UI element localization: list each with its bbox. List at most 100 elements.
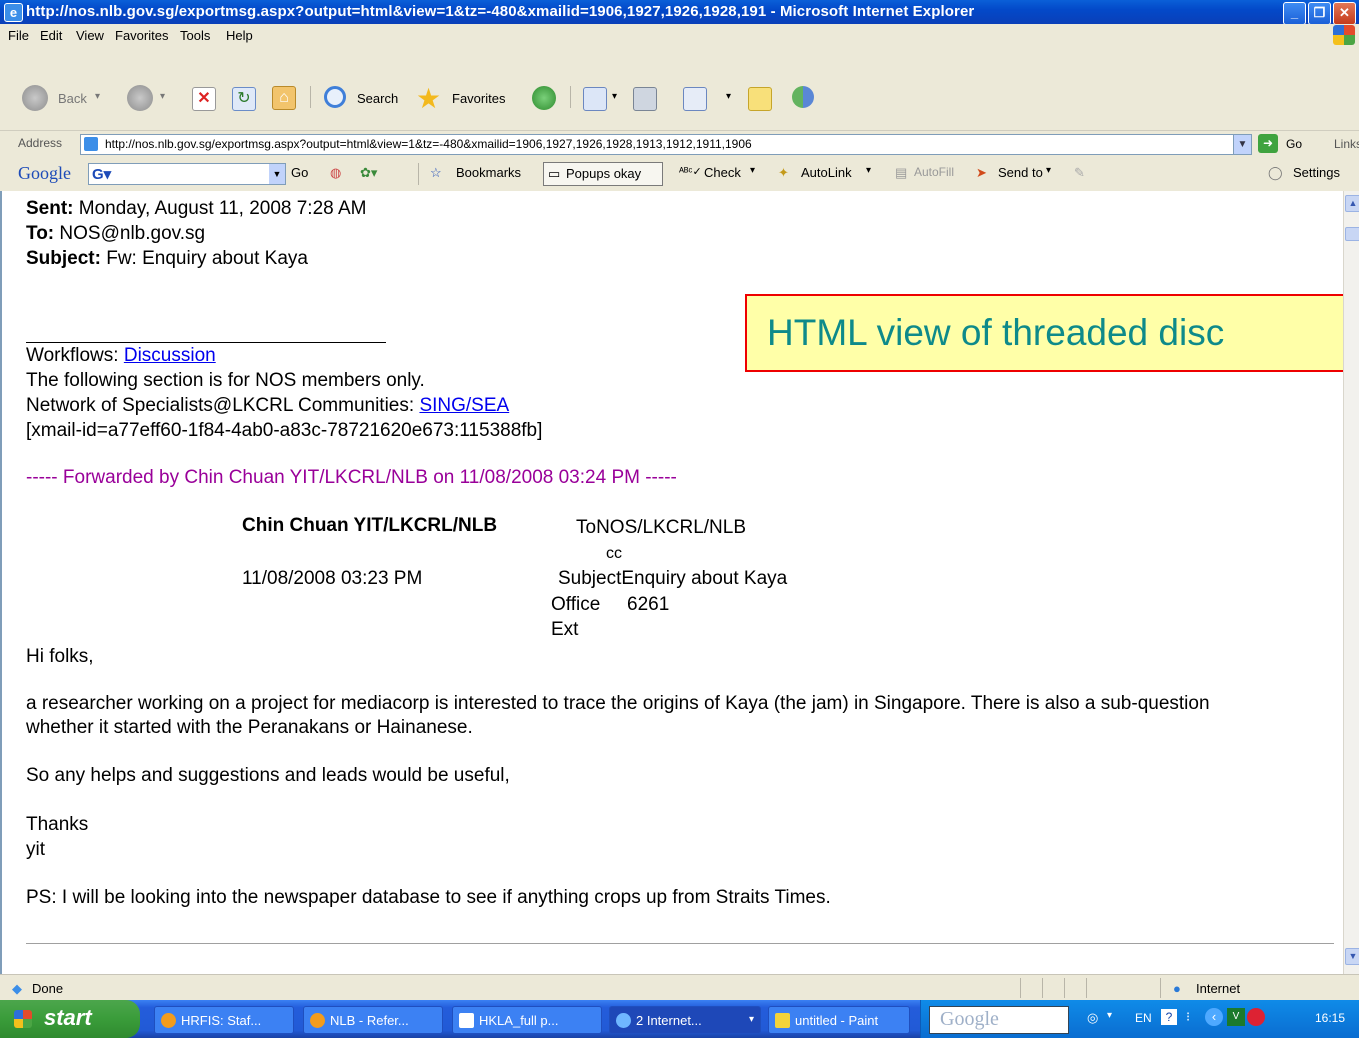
xmail-id: [xmail-id=a77eff60-1f84-4ab0-a83c-787216… [26, 420, 543, 441]
tray-expand-icon[interactable]: ‹ [1205, 1008, 1223, 1026]
sendto-icon[interactable]: ➤ [976, 165, 987, 181]
go-button[interactable]: Go [1286, 137, 1302, 151]
favorites-button[interactable]: Favorites [452, 91, 505, 106]
task-label: NLB - Refer... [330, 1013, 409, 1028]
status-divider [1020, 978, 1021, 998]
bookmark-star-icon[interactable]: ☆ [430, 165, 442, 181]
google-dropdown-icon[interactable]: ▼ [269, 164, 285, 184]
scroll-up-icon[interactable]: ▲ [1345, 195, 1359, 212]
google-logo[interactable]: Google [18, 163, 71, 184]
scroll-thumb[interactable] [1345, 227, 1359, 241]
check-button[interactable]: Check [704, 165, 741, 180]
maximize-button[interactable]: ❐ [1308, 2, 1331, 25]
autolink-dropdown-icon[interactable]: ▾ [866, 165, 871, 176]
body-line-1: a researcher working on a project for me… [26, 693, 1210, 714]
history-icon[interactable] [532, 86, 556, 110]
ie-icon [616, 1013, 631, 1028]
settings-button[interactable]: Settings [1293, 165, 1340, 180]
sent-row: Sent: Monday, August 11, 2008 7:28 AM [26, 198, 366, 220]
menu-favorites[interactable]: Favorites [115, 28, 168, 43]
footer-separator [26, 943, 1334, 944]
bookmarks-button[interactable]: Bookmarks [456, 165, 521, 180]
mail-icon[interactable] [583, 87, 607, 111]
callout-text: HTML view of threaded disc [767, 312, 1225, 353]
minimize-button[interactable]: _ [1283, 2, 1306, 25]
autofill-icon[interactable]: ▤ [895, 165, 907, 181]
toolbar-separator [310, 86, 311, 108]
forward-arrow-icon[interactable] [127, 85, 153, 111]
forward-dropdown-icon[interactable]: ▾ [160, 91, 165, 102]
print-icon[interactable] [633, 87, 657, 111]
stop-icon[interactable]: ✕ [192, 87, 216, 111]
subject-row: Subject: Fw: Enquiry about Kaya [26, 248, 308, 270]
office-label: Office [551, 594, 601, 615]
address-url[interactable]: http://nos.nlb.gov.sg/exportmsg.aspx?out… [105, 135, 752, 154]
links-label[interactable]: Links [1334, 137, 1359, 151]
security-icon[interactable] [1247, 1008, 1265, 1026]
greeting: Hi folks, [26, 646, 94, 667]
sendto-dropdown-icon[interactable]: ▾ [1046, 165, 1051, 176]
settings-icon[interactable]: ◯ [1268, 165, 1283, 181]
clock[interactable]: 16:15 [1315, 1011, 1345, 1025]
task-nlb[interactable]: NLB - Refer... [303, 1006, 443, 1034]
discussion-link[interactable]: Discussion [124, 345, 216, 366]
autofill-button[interactable]: AutoFill [914, 165, 954, 179]
start-button[interactable]: start [0, 1000, 140, 1038]
close-button[interactable]: ✕ [1333, 2, 1356, 25]
pagerank-icon[interactable]: ◍ [330, 165, 341, 181]
task-paint[interactable]: untitled - Paint [768, 1006, 910, 1034]
task-internet[interactable]: 2 Internet... ▾ [609, 1006, 761, 1034]
autolink-icon[interactable]: ✦ [778, 165, 789, 181]
discuss-icon[interactable] [748, 87, 772, 111]
go-arrow-icon[interactable]: ➜ [1258, 134, 1278, 153]
task-label: HRFIS: Staf... [181, 1013, 262, 1028]
sendto-button[interactable]: Send to [998, 165, 1043, 180]
menu-view[interactable]: View [76, 28, 104, 43]
help-icon[interactable]: ? [1161, 1009, 1177, 1025]
task-hkla[interactable]: HKLA_full p... [452, 1006, 602, 1034]
page-done-icon: ◆ [12, 981, 22, 996]
paint-icon [775, 1013, 790, 1028]
antivirus-icon[interactable]: V [1227, 1008, 1245, 1026]
messenger-icon[interactable] [792, 86, 814, 108]
popups-button[interactable]: ▭ Popups okay [543, 162, 663, 186]
sing-sea-link[interactable]: SING/SEA [419, 395, 509, 416]
separator-line [26, 342, 386, 343]
firefox-icon [161, 1013, 176, 1028]
address-input[interactable]: http://nos.nlb.gov.sg/exportmsg.aspx?out… [80, 134, 1252, 155]
spellcheck-icon[interactable]: ᴬᴮᶜ✓ [679, 165, 702, 178]
search-icon[interactable] [324, 86, 346, 108]
address-dropdown-icon[interactable]: ▼ [1233, 135, 1251, 154]
google-deskbar[interactable]: Google [929, 1006, 1069, 1034]
zone-text: Internet [1196, 981, 1241, 996]
scroll-down-icon[interactable]: ▼ [1345, 948, 1359, 965]
home-icon[interactable]: ⌂ [272, 86, 296, 110]
language-indicator[interactable]: EN [1135, 1011, 1152, 1025]
task-hrfis[interactable]: HRFIS: Staf... [154, 1006, 294, 1034]
search-button[interactable]: Search [357, 91, 398, 106]
google-search-input[interactable]: G▾ ▼ [88, 163, 286, 185]
menu-tools[interactable]: Tools [180, 28, 210, 43]
mail-dropdown-icon[interactable]: ▾ [612, 91, 617, 102]
check-dropdown-icon[interactable]: ▾ [750, 165, 755, 176]
highlighter-icon[interactable]: ✎ [1074, 165, 1085, 181]
menu-file[interactable]: File [8, 28, 29, 43]
refresh-icon[interactable]: ↻ [232, 87, 256, 111]
edit-icon[interactable] [683, 87, 707, 111]
favorites-star-icon[interactable]: ★ [416, 82, 441, 115]
vertical-scrollbar[interactable]: ▲ ▼ [1343, 191, 1359, 974]
autolink-button[interactable]: AutoLink [801, 165, 852, 180]
back-dropdown-icon[interactable]: ▾ [95, 91, 100, 102]
edit-dropdown-icon[interactable]: ▾ [726, 91, 731, 102]
menu-help[interactable]: Help [226, 28, 253, 43]
back-button[interactable]: Back [58, 91, 87, 106]
network-icon[interactable]: ⁝ [1186, 1009, 1190, 1025]
news-icon[interactable]: ✿▾ [360, 165, 377, 181]
tray-dropdown-icon[interactable]: ▾ [1107, 1010, 1112, 1021]
google-go-button[interactable]: Go [291, 165, 308, 180]
binoculars-icon[interactable]: ◎ [1087, 1010, 1098, 1026]
back-arrow-icon[interactable] [22, 85, 48, 111]
taskbar: start HRFIS: Staf... NLB - Refer... HKLA… [0, 1000, 1359, 1038]
menu-edit[interactable]: Edit [40, 28, 62, 43]
status-text: Done [32, 981, 64, 996]
